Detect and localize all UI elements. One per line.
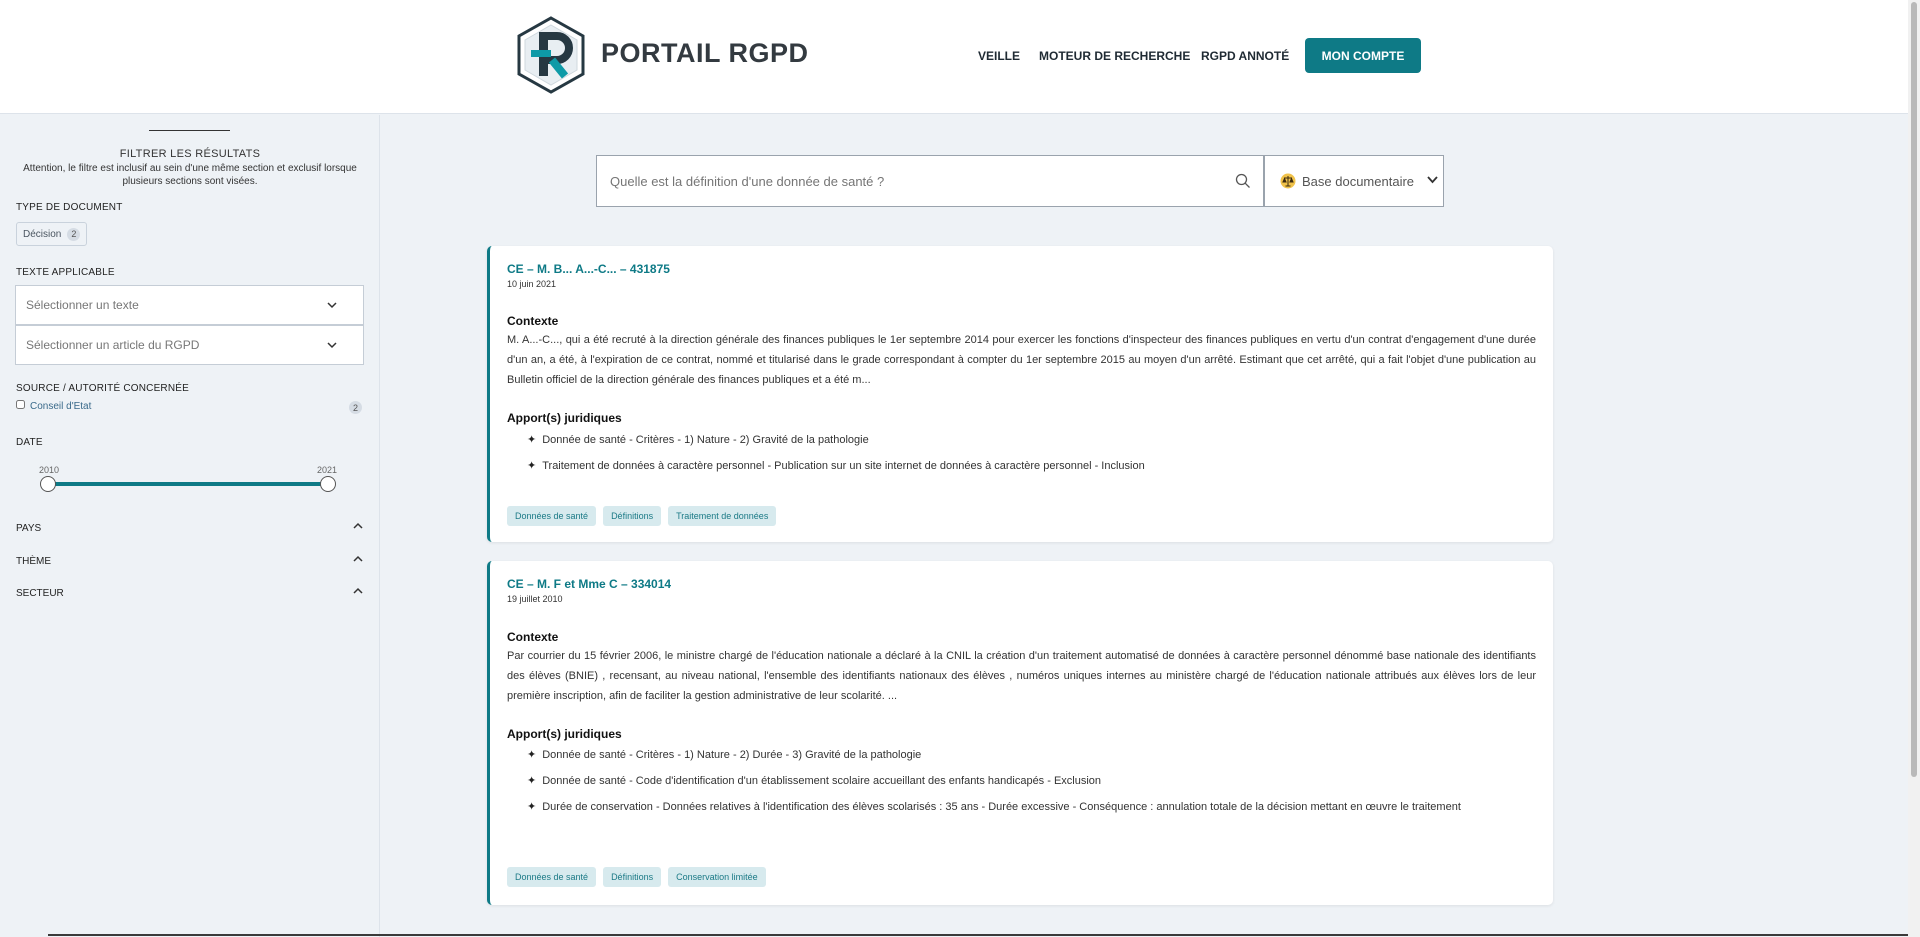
section-pays[interactable]: PAYS: [16, 522, 363, 534]
chevron-up-icon: [353, 555, 363, 562]
texte-applicable-label: TEXTE APPLICABLE: [16, 267, 115, 278]
result-title[interactable]: CE – M. B... A...-C... – 431875: [507, 262, 670, 276]
mon-compte-button[interactable]: MON COMPTE: [1305, 38, 1421, 73]
filter-title: FILTRER LES RÉSULTATS: [119, 148, 261, 160]
portail-rgpd-logo-icon[interactable]: [515, 16, 587, 94]
result-card: CE – M. F et Mme C – 334014 19 juillet 2…: [487, 561, 1553, 905]
tag[interactable]: Données de santé: [507, 867, 597, 887]
doc-type-label: TYPE DE DOCUMENT: [16, 202, 123, 213]
scales-icon: [1280, 173, 1296, 189]
source-label: SOURCE / AUTORITÉ CONCERNÉE: [16, 383, 190, 394]
date-slider-min-handle[interactable]: [40, 476, 56, 492]
result-title[interactable]: CE – M. F et Mme C – 334014: [507, 577, 671, 591]
context-text: Par courrier du 15 février 2006, le mini…: [507, 650, 1536, 702]
chip-count: 2: [67, 227, 81, 241]
doc-type-chip-decision[interactable]: Décision 2: [16, 222, 88, 246]
search-bar[interactable]: [596, 155, 1264, 207]
texte-select[interactable]: Sélectionner un texte: [15, 285, 364, 325]
chevron-down-icon: [327, 342, 337, 349]
star-bullet-icon: ✦: [527, 460, 537, 472]
section-pays-label: PAYS: [16, 523, 42, 534]
tag[interactable]: Conservation limitée: [668, 867, 766, 887]
nav-veille[interactable]: VEILLE: [978, 49, 1020, 63]
texte-select-placeholder: Sélectionner un texte: [26, 298, 139, 312]
date-slider-max-handle[interactable]: [320, 476, 336, 492]
apport-item: ✦ Donnée de santé - Code d'identification…: [527, 772, 1536, 790]
date-min: 2010: [39, 465, 60, 475]
context-heading: Contexte: [507, 314, 559, 328]
tag[interactable]: Traitement de données: [668, 506, 777, 526]
star-bullet-icon: ✦: [527, 801, 537, 813]
filter-sidebar: FILTRER LES RÉSULTATS Attention, le filt…: [0, 115, 380, 937]
section-secteur-label: SECTEUR: [16, 588, 64, 599]
source-option-label: Conseil d'Etat: [30, 401, 92, 412]
divider: [149, 130, 230, 131]
apports-heading: Apport(s) juridiques: [507, 727, 622, 741]
article-rgpd-select[interactable]: Sélectionner un article du RGPD: [15, 325, 364, 365]
chevron-down-icon: [327, 302, 337, 309]
tag[interactable]: Définitions: [603, 506, 662, 526]
result-card: CE – M. B... A...-C... – 431875 10 juin …: [487, 246, 1553, 542]
search-input[interactable]: [610, 173, 1210, 189]
apport-item: ✦ Traitement de données à caractère perso…: [527, 457, 1536, 475]
chevron-up-icon: [353, 522, 363, 529]
brand-title: PORTAIL RGPD: [601, 38, 809, 68]
page-scrollbar[interactable]: [1908, 0, 1920, 937]
date-slider-track[interactable]: [48, 482, 327, 486]
result-date: 19 juillet 2010: [507, 594, 563, 604]
source-option-conseil-etat[interactable]: Conseil d'Etat: [16, 399, 92, 412]
bottom-divider: [48, 934, 1908, 936]
filter-note: Attention, le filtre est inclusif au sei…: [23, 163, 357, 187]
tag-list: Données de santé Définitions Conservatio…: [507, 867, 766, 887]
context-text: M. A...-C..., qui a été recruté à la dir…: [507, 334, 1536, 386]
chip-label: Décision: [23, 228, 62, 240]
base-documentaire-select[interactable]: Base documentaire: [1264, 155, 1444, 207]
search-icon[interactable]: [1235, 173, 1251, 189]
result-date: 10 juin 2021: [507, 279, 557, 289]
tag-list: Données de santé Définitions Traitement …: [507, 506, 777, 526]
apport-item: ✦ Durée de conservation - Données relativ…: [527, 798, 1536, 816]
chevron-down-icon: [1427, 176, 1438, 184]
conseil-etat-checkbox[interactable]: [16, 399, 25, 409]
nav-moteur-de-recherche[interactable]: MOTEUR DE RECHERCHE: [1039, 49, 1190, 63]
source-count: 2: [349, 401, 362, 414]
tag[interactable]: Définitions: [603, 867, 662, 887]
chevron-up-icon: [353, 587, 363, 594]
article-select-placeholder: Sélectionner un article du RGPD: [26, 338, 200, 352]
nav-rgpd-annote[interactable]: RGPD ANNOTÉ: [1201, 49, 1289, 63]
scrollbar-thumb[interactable]: [1911, 2, 1917, 777]
apport-item: ✦ Donnée de santé - Critères - 1) Nature …: [527, 431, 1536, 449]
section-secteur[interactable]: SECTEUR: [16, 587, 363, 599]
section-theme-label: THÈME: [16, 556, 51, 567]
star-bullet-icon: ✦: [527, 775, 537, 787]
context-heading: Contexte: [507, 630, 559, 644]
apport-item: ✦ Donnée de santé - Critères - 1) Nature …: [527, 746, 1536, 764]
star-bullet-icon: ✦: [527, 749, 537, 761]
tag[interactable]: Données de santé: [507, 506, 597, 526]
apports-heading: Apport(s) juridiques: [507, 411, 622, 425]
site-header: PORTAIL RGPD VEILLE MOTEUR DE RECHERCHE …: [0, 0, 1908, 114]
base-select-label: Base documentaire: [1302, 173, 1415, 189]
star-bullet-icon: ✦: [527, 434, 537, 446]
section-theme[interactable]: THÈME: [16, 555, 363, 567]
date-label: DATE: [16, 437, 43, 448]
date-max: 2021: [317, 465, 338, 475]
